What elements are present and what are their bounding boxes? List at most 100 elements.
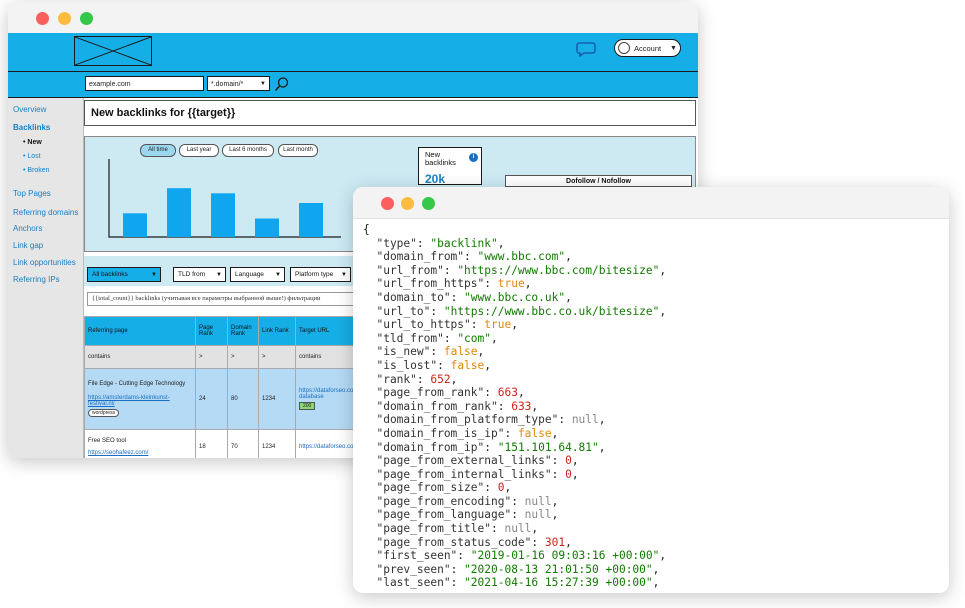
page-title-text: File Edge - Cutting Edge Technology [88,381,186,387]
close-window-button[interactable] [36,12,49,25]
column-header-domain-rank[interactable]: Domain Rank [227,316,259,346]
search-mode-select[interactable]: *.domain/* ▼ [207,76,270,91]
json-line: "domain_from": "www.bbc.com", [363,250,571,264]
range-last-year[interactable]: Last year [179,144,219,157]
range-last-6-months[interactable]: Last 6 months [222,144,274,157]
all-backlinks-select[interactable]: All backlinks ▼ [87,267,161,282]
chevron-down-icon: ▼ [216,272,222,278]
json-value: "https://www.bbc.com/bitesize" [457,263,660,277]
target-url-link[interactable]: https://dataforseo.com database [299,388,359,400]
filter-cell[interactable]: > [227,345,259,369]
json-key: "page_from_external_links" [363,454,552,468]
sidebar-item-referring-ips[interactable]: Referring IPs [13,275,60,284]
account-label: Account [634,44,662,53]
window-titlebar [8,2,698,34]
sidebar-item-referring-domains[interactable]: Referring domains [13,208,78,217]
json-comma: , [450,372,458,386]
json-code-view: { "type": "backlink", "domain_from": "ww… [363,223,666,590]
json-line: "url_to_https": true, [363,318,518,331]
minimize-window-button[interactable] [401,197,414,210]
sidebar-item-lost[interactable]: • Lost [23,153,41,160]
domain-rank-cell: 80 [227,368,259,430]
json-line: "url_from_https": true, [363,277,531,290]
backlinks-table: Referring page Page Rank Domain Rank Lin… [84,316,363,458]
table-row[interactable]: Free SEO tool https://seohafeez.com/ 18 … [84,429,363,458]
json-colon: : [497,399,512,413]
close-window-button[interactable] [381,197,394,210]
json-value: 0 [565,454,572,468]
language-select[interactable]: Language ▼ [230,267,285,282]
sidebar-item-link-opportunities[interactable]: Link opportunities [13,258,76,267]
chart-bar [211,193,235,237]
sidebar-item-broken[interactable]: • Broken [23,167,50,174]
maximize-window-button[interactable] [80,12,93,25]
table-row[interactable]: File Edge - Cutting Edge Technology http… [84,368,363,430]
search-mode-value: *.domain/* [211,81,244,88]
logo-placeholder [74,36,152,66]
chevron-down-icon: ▼ [670,45,677,52]
page-rank-cell: 24 [195,368,228,430]
json-value: "www.bbc.co.uk" [464,290,566,304]
chevron-down-icon: ▼ [151,272,157,278]
json-key: "domain_from_is_ip" [363,426,505,440]
json-line: "type": "backlink", [363,237,504,250]
json-value: false [450,358,485,372]
minimize-window-button[interactable] [58,12,71,25]
kpi-new-backlinks: New backlinks i 20k [418,147,482,186]
json-colon: : [443,331,458,345]
json-value: "2019-01-16 09:03:16 +00:00" [470,549,660,563]
sidebar-item-overview[interactable]: Overview [13,105,46,114]
filter-cell[interactable]: contains [84,345,196,369]
chart-bar [167,188,191,237]
json-line: "rank": 652, [363,373,457,386]
column-header-referring-page[interactable]: Referring page [84,316,196,346]
range-last-month[interactable]: Last month [278,144,318,157]
json-colon: : [464,250,478,264]
json-line: "page_from_title": null, [363,522,538,535]
target-url-link[interactable]: https://dataforseo.com [299,444,359,450]
maximize-window-button[interactable] [422,197,435,210]
json-colon: : [430,345,444,359]
account-menu-button[interactable]: Account ▼ [614,39,681,57]
filter-cell[interactable]: > [195,345,228,369]
referring-page-cell: File Edge - Cutting Edge Technology http… [84,368,196,430]
json-comma: , [531,522,539,536]
json-line: "tld_from": "com", [363,331,498,345]
json-colon: : [484,440,498,454]
domain-search-input[interactable]: example.com [85,76,204,91]
json-comma: , [551,508,559,522]
json-comma: , [571,454,579,468]
tld-from-select[interactable]: TLD from ▼ [173,267,226,282]
json-line: "domain_from_platform_type": null, [363,413,605,426]
json-comma: , [524,277,532,291]
sidebar-item-backlinks[interactable]: Backlinks [13,123,50,132]
domain-rank-cell: 70 [227,429,259,458]
json-comma: , [497,236,505,250]
filter-label: All backlinks [92,271,128,278]
sidebar-item-top-pages[interactable]: Top Pages [13,189,51,198]
referring-page-link[interactable]: https://seohafeez.com/ [88,450,192,456]
json-key: "prev_seen" [363,562,451,576]
json-line: "page_from_external_links": 0, [363,454,579,468]
sidebar-item-link-gap[interactable]: Link gap [13,241,43,250]
json-colon: : [484,481,498,495]
json-colon: : [450,576,465,590]
column-header-link-rank[interactable]: Link Rank [258,316,296,346]
json-value: 0 [565,467,572,481]
platform-type-select[interactable]: Platform type ▼ [290,267,351,282]
json-line: "last_seen": "2021-04-16 15:27:39 +00:00… [363,576,659,589]
json-key: "is_lost" [363,358,438,372]
info-icon[interactable]: i [469,153,478,162]
json-value: "com" [457,331,491,345]
chat-icon[interactable] [576,41,596,57]
sidebar-item-anchors[interactable]: Anchors [13,224,42,233]
json-comma: , [531,399,539,413]
search-icon[interactable] [274,76,290,92]
filter-cell[interactable]: > [258,345,296,369]
json-comma: , [491,331,498,345]
sidebar-item-new[interactable]: • New [23,139,42,146]
column-header-page-rank[interactable]: Page Rank [195,316,228,346]
link-rank-cell: 1234 [258,368,296,430]
range-all-time[interactable]: All time [140,144,176,157]
referring-page-link[interactable]: https://amsterdams-kleinkunst-festival.n… [88,395,192,407]
